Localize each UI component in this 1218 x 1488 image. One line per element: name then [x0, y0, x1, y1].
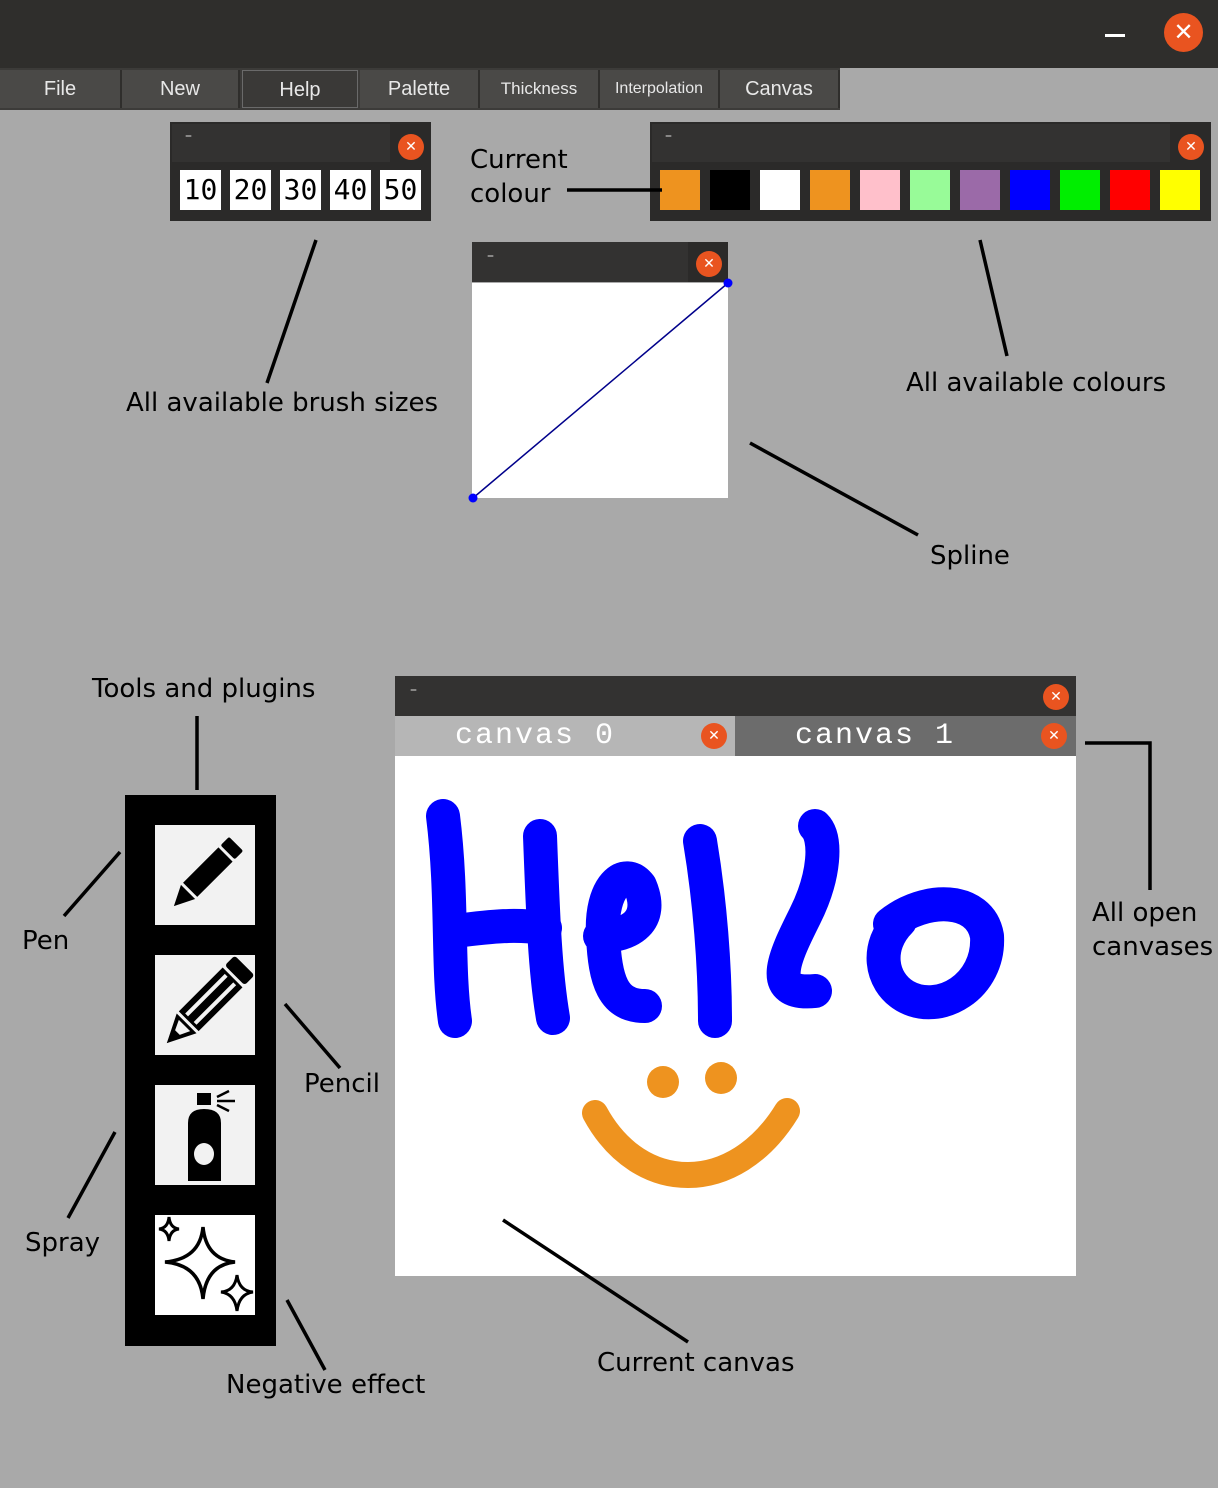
annotation-spline: Spline [930, 541, 1010, 571]
annotation-all-colours: All available colours [906, 368, 1167, 398]
pen-pointer [62, 850, 122, 918]
annotation-current-colour-line1: Current [470, 145, 568, 175]
spray-pointer [66, 1131, 117, 1219]
annotation-overlay [62, 188, 1152, 1371]
spline-control-point-end[interactable] [723, 278, 733, 288]
spline-control-point-start[interactable] [468, 493, 478, 503]
pencil-pointer [283, 1002, 342, 1070]
annotation-current-colour-line2: colour [470, 179, 551, 209]
spline-curve [472, 282, 729, 499]
brush-sizes-pointer [265, 239, 318, 384]
annotation-spray: Spray [25, 1228, 101, 1258]
annotation-pen: Pen [22, 926, 70, 956]
spline-pointer [749, 441, 919, 537]
all-colours-pointer [978, 239, 1009, 357]
annotation-current-canvas: Current canvas [597, 1348, 795, 1378]
annotation-brush-sizes: All available brush sizes [126, 388, 439, 418]
negative-effect-pointer [285, 1299, 327, 1371]
current-canvas-pointer [502, 1218, 689, 1344]
annotation-tools-and-plugins: Tools and plugins [92, 674, 316, 704]
annotation-pencil: Pencil [304, 1069, 380, 1099]
annotation-negative-effect: Negative effect [226, 1370, 426, 1400]
annotation-all-open-line2: canvases [1092, 932, 1214, 962]
open-canvases-pointer [1085, 741, 1152, 890]
annotation-all-open-line1: All open [1092, 898, 1198, 928]
